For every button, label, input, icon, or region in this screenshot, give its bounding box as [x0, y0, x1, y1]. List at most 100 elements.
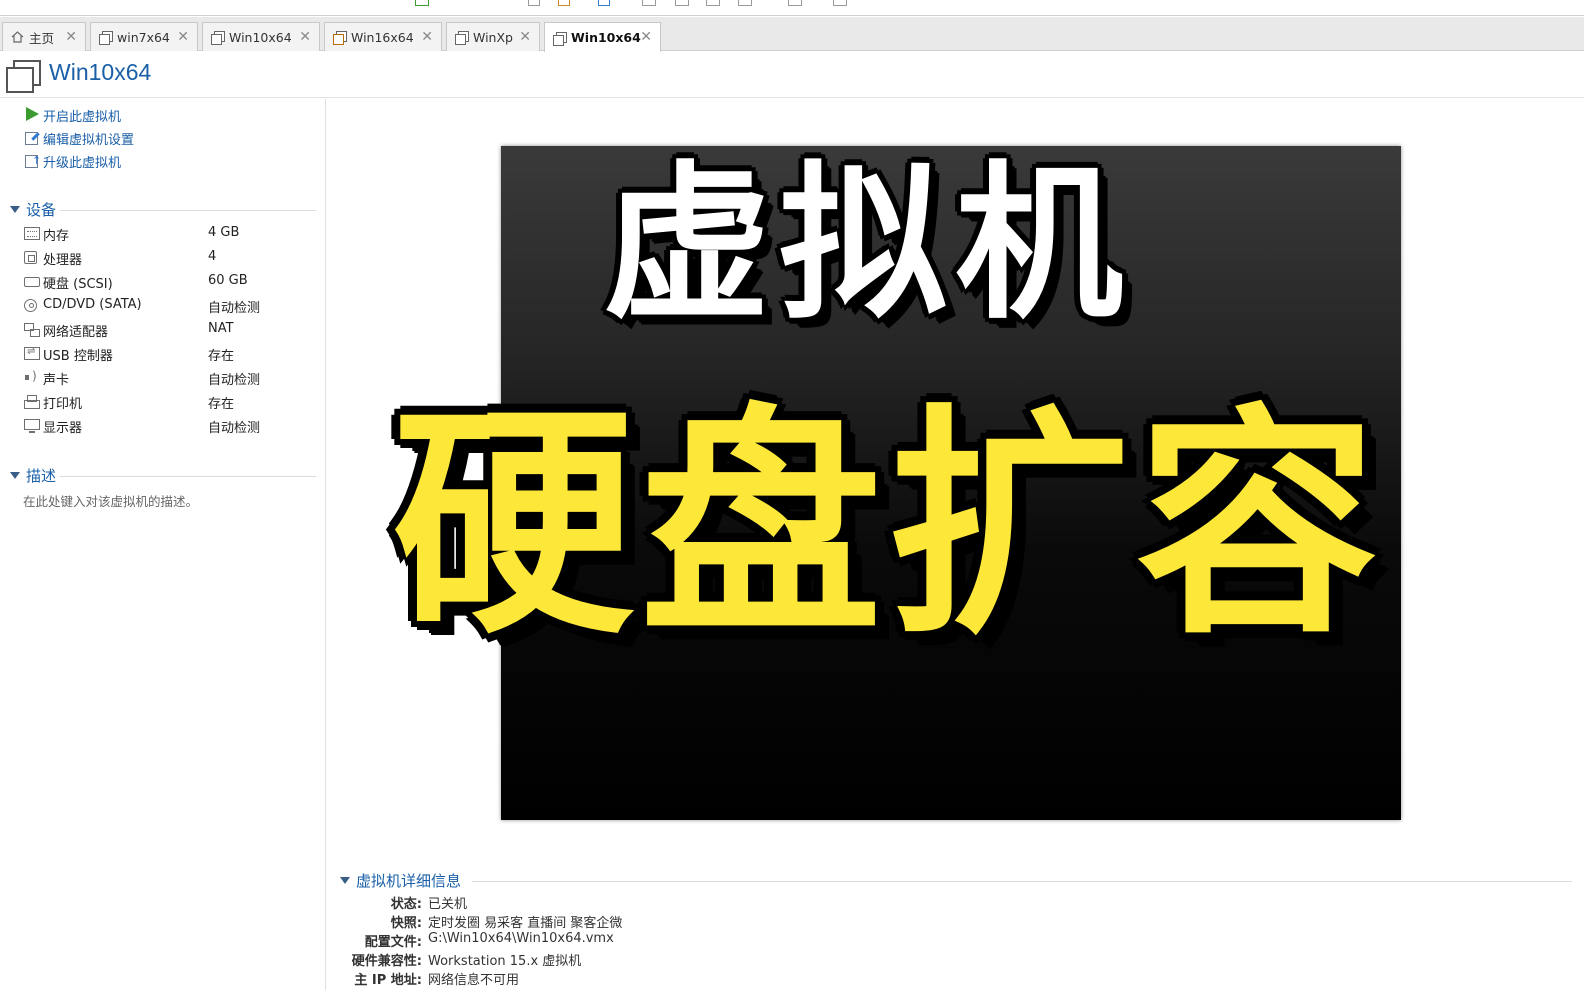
toolbar-sidebar-icon[interactable] [642, 0, 656, 6]
detail-label: 主 IP 地址: [354, 973, 422, 988]
vm-icon [6, 60, 41, 93]
section-title: 设备 [26, 200, 57, 219]
device-value: NAT [208, 321, 234, 336]
vm-icon [99, 31, 113, 45]
vm-icon [455, 31, 469, 45]
description-field[interactable]: 在此处键入对该虚拟机的描述。 [23, 491, 198, 510]
display-icon [24, 419, 40, 433]
device-row-printer[interactable]: 打印机 存在 [24, 392, 314, 412]
tab-label: WinXp [473, 29, 513, 45]
device-row-display[interactable]: 显示器 自动检测 [24, 416, 314, 436]
tab-win10x64[interactable]: Win10x64 ✕ [202, 22, 320, 51]
upgrade-icon [24, 153, 41, 169]
power-on-link[interactable]: 开启此虚拟机 [24, 106, 121, 125]
description-section-toggle[interactable]: 描述 [10, 465, 56, 485]
page-title: Win10x64 [49, 59, 152, 85]
upgrade-vm-link[interactable]: 升级此虚拟机 [24, 152, 122, 171]
cover-title-line1: 虚拟机 [603, 146, 1131, 342]
details-section-toggle[interactable]: 虚拟机详细信息 [340, 870, 461, 890]
close-icon[interactable]: ✕ [177, 29, 189, 45]
device-value: 自动检测 [208, 421, 261, 436]
usb-icon [24, 346, 40, 360]
sound-icon [24, 369, 40, 384]
edit-settings-icon [24, 130, 40, 146]
edit-settings-link[interactable]: 编辑虚拟机设置 [24, 129, 135, 148]
detail-label: 状态: [390, 897, 422, 912]
toolbar-manage-snapshot-icon[interactable] [598, 0, 610, 6]
device-value: 自动检测 [208, 301, 261, 316]
detail-label: 快照: [390, 916, 422, 931]
vm-icon [553, 31, 567, 46]
device-value: 自动检测 [208, 373, 261, 388]
home-icon [11, 31, 24, 43]
tab-winxp[interactable]: WinXp ✕ [446, 22, 540, 51]
device-name: CD/DVD (SATA) [43, 297, 142, 312]
toolbar-snapshot-icon[interactable] [528, 0, 540, 6]
tab-label: Win16x64 [351, 29, 414, 45]
device-row-sound[interactable]: 声卡 自动检测 [24, 368, 314, 388]
close-icon[interactable]: ✕ [299, 29, 311, 45]
close-icon[interactable]: ✕ [519, 29, 531, 45]
close-icon[interactable]: ✕ [421, 29, 433, 45]
device-value: 存在 [208, 397, 235, 412]
device-name: 打印机 [43, 397, 83, 412]
cover-title-line2: 硬盘扩容 [392, 385, 1385, 667]
close-icon[interactable]: ✕ [640, 29, 652, 45]
toolbar-fullscreen-icon[interactable] [706, 0, 720, 6]
toolbar-stretch-icon[interactable] [833, 0, 847, 6]
device-row-network[interactable]: 网络适配器 NAT [24, 320, 314, 340]
devices-section-toggle[interactable]: 设备 [10, 199, 56, 219]
detail-value: 网络信息不可用 [428, 973, 520, 988]
detail-label: 硬件兼容性: [351, 954, 422, 969]
cpu-icon [24, 251, 37, 264]
tab-label: Win10x64 [229, 29, 292, 45]
device-row-disk[interactable]: 硬盘 (SCSI) 60 GB [24, 272, 314, 292]
toolbar-revert-icon[interactable] [558, 0, 570, 6]
tab-win10x64-active[interactable]: Win10x64 ✕ [544, 22, 661, 52]
toolbar-run-icon[interactable] [415, 0, 429, 6]
divider [60, 210, 316, 211]
tab-label: 主页 [29, 30, 55, 46]
disk-icon [24, 277, 40, 287]
tab-win16x64[interactable]: Win16x64 ✕ [324, 22, 442, 51]
device-name: 硬盘 (SCSI) [43, 277, 113, 292]
device-name: 内存 [43, 229, 70, 244]
device-value: 4 GB [208, 225, 240, 240]
device-name: 显示器 [43, 421, 83, 436]
play-icon [24, 107, 40, 123]
toolbar-unity-icon[interactable] [738, 0, 752, 6]
toolbar-thumbnail-icon[interactable] [675, 0, 689, 6]
detail-value: Workstation 15.x 虚拟机 [428, 954, 582, 969]
device-row-cpu[interactable]: 处理器 4 [24, 248, 314, 268]
tab-bar: 主页 ✕ win7x64 ✕ Win10x64 ✕ Win16x64 ✕ Win… [0, 17, 1584, 52]
vm-header: Win10x64 [0, 52, 1584, 98]
device-row-usb[interactable]: USB 控制器 存在 [24, 344, 314, 364]
detail-value: 已关机 [428, 897, 468, 912]
vm-icon [211, 31, 225, 45]
memory-icon [24, 227, 40, 240]
divider [60, 476, 316, 477]
network-icon [24, 323, 40, 337]
device-name: 处理器 [43, 253, 83, 268]
close-icon[interactable]: ✕ [65, 29, 77, 45]
tab-label: Win10x64 [571, 30, 641, 45]
toolbar-console-icon[interactable] [788, 0, 802, 6]
action-label: 编辑虚拟机设置 [43, 132, 135, 148]
tab-win7x64[interactable]: win7x64 ✕ [90, 22, 198, 51]
device-row-cd[interactable]: CD/DVD (SATA) 自动检测 [24, 296, 314, 316]
vm-summary-panel: 开启此虚拟机 编辑虚拟机设置 升级此虚拟机 设备 内存 4 GB 处理器 4 硬… [0, 99, 326, 990]
device-value: 60 GB [208, 273, 248, 288]
printer-icon [24, 395, 40, 409]
device-row-memory[interactable]: 内存 4 GB [24, 224, 314, 244]
collapse-triangle-icon [10, 471, 20, 479]
cd-icon [24, 299, 37, 312]
collapse-triangle-icon [10, 205, 20, 213]
device-name: USB 控制器 [43, 349, 113, 364]
action-label: 升级此虚拟机 [43, 155, 122, 171]
tab-label: win7x64 [117, 29, 170, 45]
section-title: 描述 [26, 466, 57, 485]
divider [472, 881, 1572, 882]
tab-home[interactable]: 主页 ✕ [2, 22, 86, 51]
detail-label: 配置文件: [364, 935, 422, 950]
detail-value: G:\Win10x64\Win10x64.vmx [428, 931, 614, 946]
